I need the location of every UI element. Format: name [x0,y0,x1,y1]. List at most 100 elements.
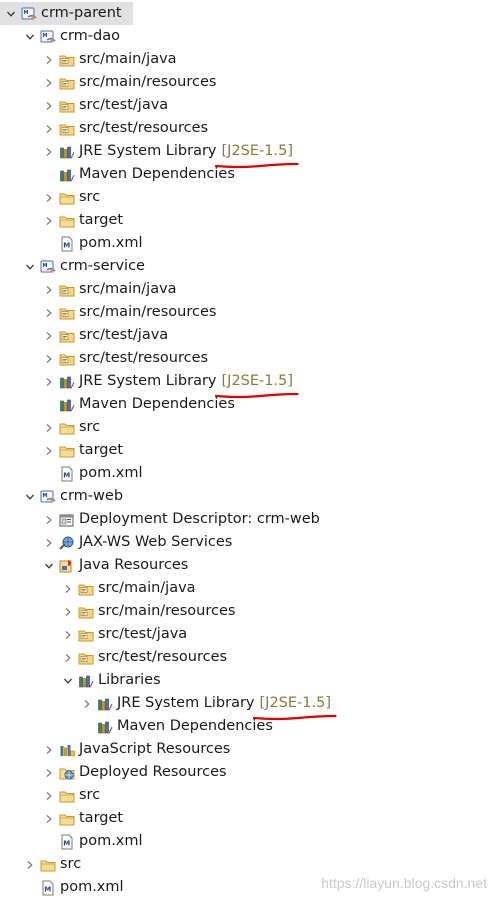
tree-item[interactable]: JAX-WS Web Services [0,531,499,554]
collapse-arrow-icon[interactable] [42,94,56,117]
source-folder-icon [59,98,75,114]
tree-item[interactable]: Mpom.xml [0,830,499,853]
tree-item[interactable]: src/test/resources [0,117,499,140]
tree-item[interactable]: target [0,807,499,830]
folder-icon [59,811,75,827]
tree-item-label: src/main/resources [79,74,217,90]
tree-item[interactable]: src/main/resources [0,600,499,623]
collapse-arrow-icon[interactable] [42,186,56,209]
tree-item-label: target [79,442,124,458]
collapse-arrow-icon[interactable] [42,807,56,830]
library-icon [59,167,75,183]
tree-item[interactable]: Mpom.xml [0,232,499,255]
tree-item[interactable]: target [0,439,499,462]
collapse-arrow-icon[interactable] [42,738,56,761]
tree-item[interactable]: Mcrm-service [0,255,499,278]
pom-file-icon: M [59,834,75,850]
tree-item[interactable]: src/test/java [0,94,499,117]
collapse-arrow-icon[interactable] [42,117,56,140]
no-arrow [23,876,37,899]
tree-item[interactable]: Libraries [0,669,499,692]
tree-item[interactable]: target [0,209,499,232]
tree-item[interactable]: Mcrm-parent [0,2,133,25]
tree-item[interactable]: Mpom.xml [0,462,499,485]
tree-item[interactable]: Deployed Resources [0,761,499,784]
tree-item-label: crm-parent [41,5,122,21]
tree-item-label: pom.xml [60,879,124,895]
tree-item-label: target [79,212,124,228]
tree-item[interactable]: src/main/java [0,577,499,600]
tree-item-label: pom.xml [79,465,143,481]
tree-item-label: JRE System Library [79,143,217,159]
tree-item[interactable]: src [0,416,499,439]
collapse-arrow-icon[interactable] [42,531,56,554]
no-arrow [80,715,94,738]
tree-item[interactable]: src/main/java [0,48,499,71]
library-icon [59,374,75,390]
tree-item-label: src/main/resources [98,603,236,619]
collapse-arrow-icon[interactable] [42,508,56,531]
tree-item[interactable]: Maven Dependencies [0,715,499,738]
tree-item[interactable]: src/test/resources [0,646,499,669]
collapse-arrow-icon[interactable] [42,416,56,439]
collapse-arrow-icon[interactable] [42,324,56,347]
collapse-arrow-icon[interactable] [61,623,75,646]
collapse-arrow-icon[interactable] [42,370,56,393]
library-icon [78,673,94,689]
collapse-arrow-icon[interactable] [42,48,56,71]
java-resources-icon [59,558,75,574]
tree-item[interactable]: src/test/resources [0,347,499,370]
expand-arrow-icon[interactable] [23,255,37,278]
tree-item[interactable]: src [0,853,499,876]
tree-item[interactable]: Mcrm-dao [0,25,499,48]
no-arrow [42,232,56,255]
collapse-arrow-icon[interactable] [42,209,56,232]
collapse-arrow-icon[interactable] [61,577,75,600]
tree-item[interactable]: src [0,784,499,807]
collapse-arrow-icon[interactable] [42,278,56,301]
tree-item-label: src [60,856,82,872]
collapse-arrow-icon[interactable] [42,784,56,807]
tree-item[interactable]: Deployment Descriptor: crm-web [0,508,499,531]
collapse-arrow-icon[interactable] [42,140,56,163]
tree-item[interactable]: src/main/java [0,278,499,301]
tree-item[interactable]: src/test/java [0,623,499,646]
folder-icon [59,213,75,229]
source-folder-icon [78,650,94,666]
folder-icon [40,857,56,873]
expand-arrow-icon[interactable] [4,2,18,25]
svg-text:M: M [43,33,48,39]
tree-item[interactable]: JavaScript Resources [0,738,499,761]
tree-item[interactable]: JRE System Library [J2SE-1.5] [0,692,499,715]
collapse-arrow-icon[interactable] [42,439,56,462]
collapse-arrow-icon[interactable] [61,600,75,623]
tree-item[interactable]: src/test/java [0,324,499,347]
javascript-resources-icon [59,742,75,758]
folder-icon [59,443,75,459]
svg-text:M: M [43,493,48,499]
collapse-arrow-icon[interactable] [42,301,56,324]
tree-item[interactable]: Java Resources [0,554,499,577]
tree-item-label: Deployment Descriptor: crm-web [79,511,320,527]
red-underline-mark [214,162,299,169]
tree-item[interactable]: src [0,186,499,209]
tree-item-label: crm-web [60,488,124,504]
collapse-arrow-icon[interactable] [42,347,56,370]
tree-item[interactable]: src/main/resources [0,71,499,94]
expand-arrow-icon[interactable] [23,25,37,48]
no-arrow [42,163,56,186]
collapse-arrow-icon[interactable] [42,761,56,784]
tree-item-label: src [79,419,101,435]
tree-item[interactable]: Mcrm-web [0,485,499,508]
collapse-arrow-icon[interactable] [61,646,75,669]
expand-arrow-icon[interactable] [23,485,37,508]
collapse-arrow-icon[interactable] [80,692,94,715]
collapse-arrow-icon[interactable] [42,71,56,94]
expand-arrow-icon[interactable] [42,554,56,577]
red-underline-mark [214,392,299,399]
source-folder-icon [59,351,75,367]
tree-item[interactable]: src/main/resources [0,301,499,324]
tree-item-label: src/main/java [79,281,177,297]
expand-arrow-icon[interactable] [61,669,75,692]
collapse-arrow-icon[interactable] [23,853,37,876]
